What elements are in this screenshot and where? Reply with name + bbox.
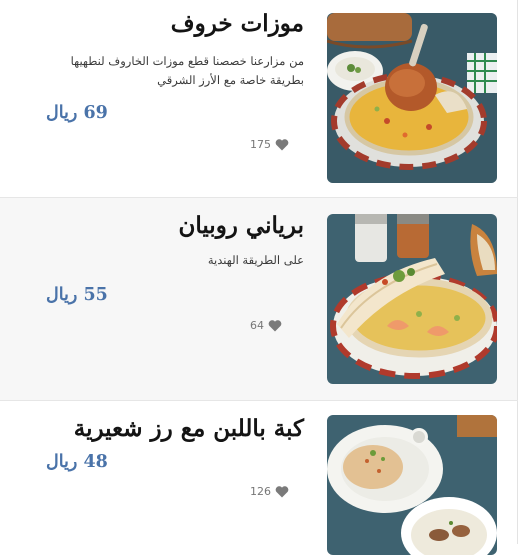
like-button[interactable]: 64: [250, 319, 282, 332]
lamb-shank-rice-dish-photo-icon: [327, 13, 497, 183]
menu-item-photo[interactable]: [327, 214, 497, 384]
kibbeh-yogurt-vermicelli-rice-photo-icon: [327, 415, 497, 555]
menu-item-photo[interactable]: [327, 13, 497, 183]
menu-item-description: على الطريقة الهندية: [207, 253, 304, 267]
menu-item-card[interactable]: موزات خروف من مزارعنا خصصنا قطع موزات ال…: [0, 0, 518, 198]
heart-icon: [268, 320, 282, 332]
heart-icon: [275, 486, 289, 498]
menu-item-photo[interactable]: [327, 415, 497, 555]
menu-item-title[interactable]: موزات خروف: [171, 10, 304, 38]
menu-item-card[interactable]: برياني روبيان على الطريقة الهندية 55 ريا…: [0, 198, 518, 401]
shrimp-biryani-dish-photo-icon: [327, 214, 497, 384]
like-count: 126: [250, 485, 271, 498]
menu-item-price: 48 ريال: [46, 452, 108, 472]
menu-item-price: 55 ريال: [46, 285, 108, 305]
menu-item-price: 69 ريال: [46, 103, 108, 123]
menu-item-card[interactable]: كبة باللبن مع رز شعيرية 48 ريال 126: [0, 401, 518, 555]
like-button[interactable]: 175: [250, 138, 289, 151]
like-button[interactable]: 126: [250, 485, 289, 498]
menu-item-title[interactable]: كبة باللبن مع رز شعيرية: [74, 415, 304, 443]
like-count: 64: [250, 319, 264, 332]
like-count: 175: [250, 138, 271, 151]
menu-item-title[interactable]: برياني روبيان: [178, 212, 304, 240]
menu-item-description: من مزارعنا خصصنا قطع موزات الخاروف لنطهي…: [70, 54, 304, 87]
menu-list: موزات خروف من مزارعنا خصصنا قطع موزات ال…: [0, 0, 518, 555]
heart-icon: [275, 139, 289, 151]
